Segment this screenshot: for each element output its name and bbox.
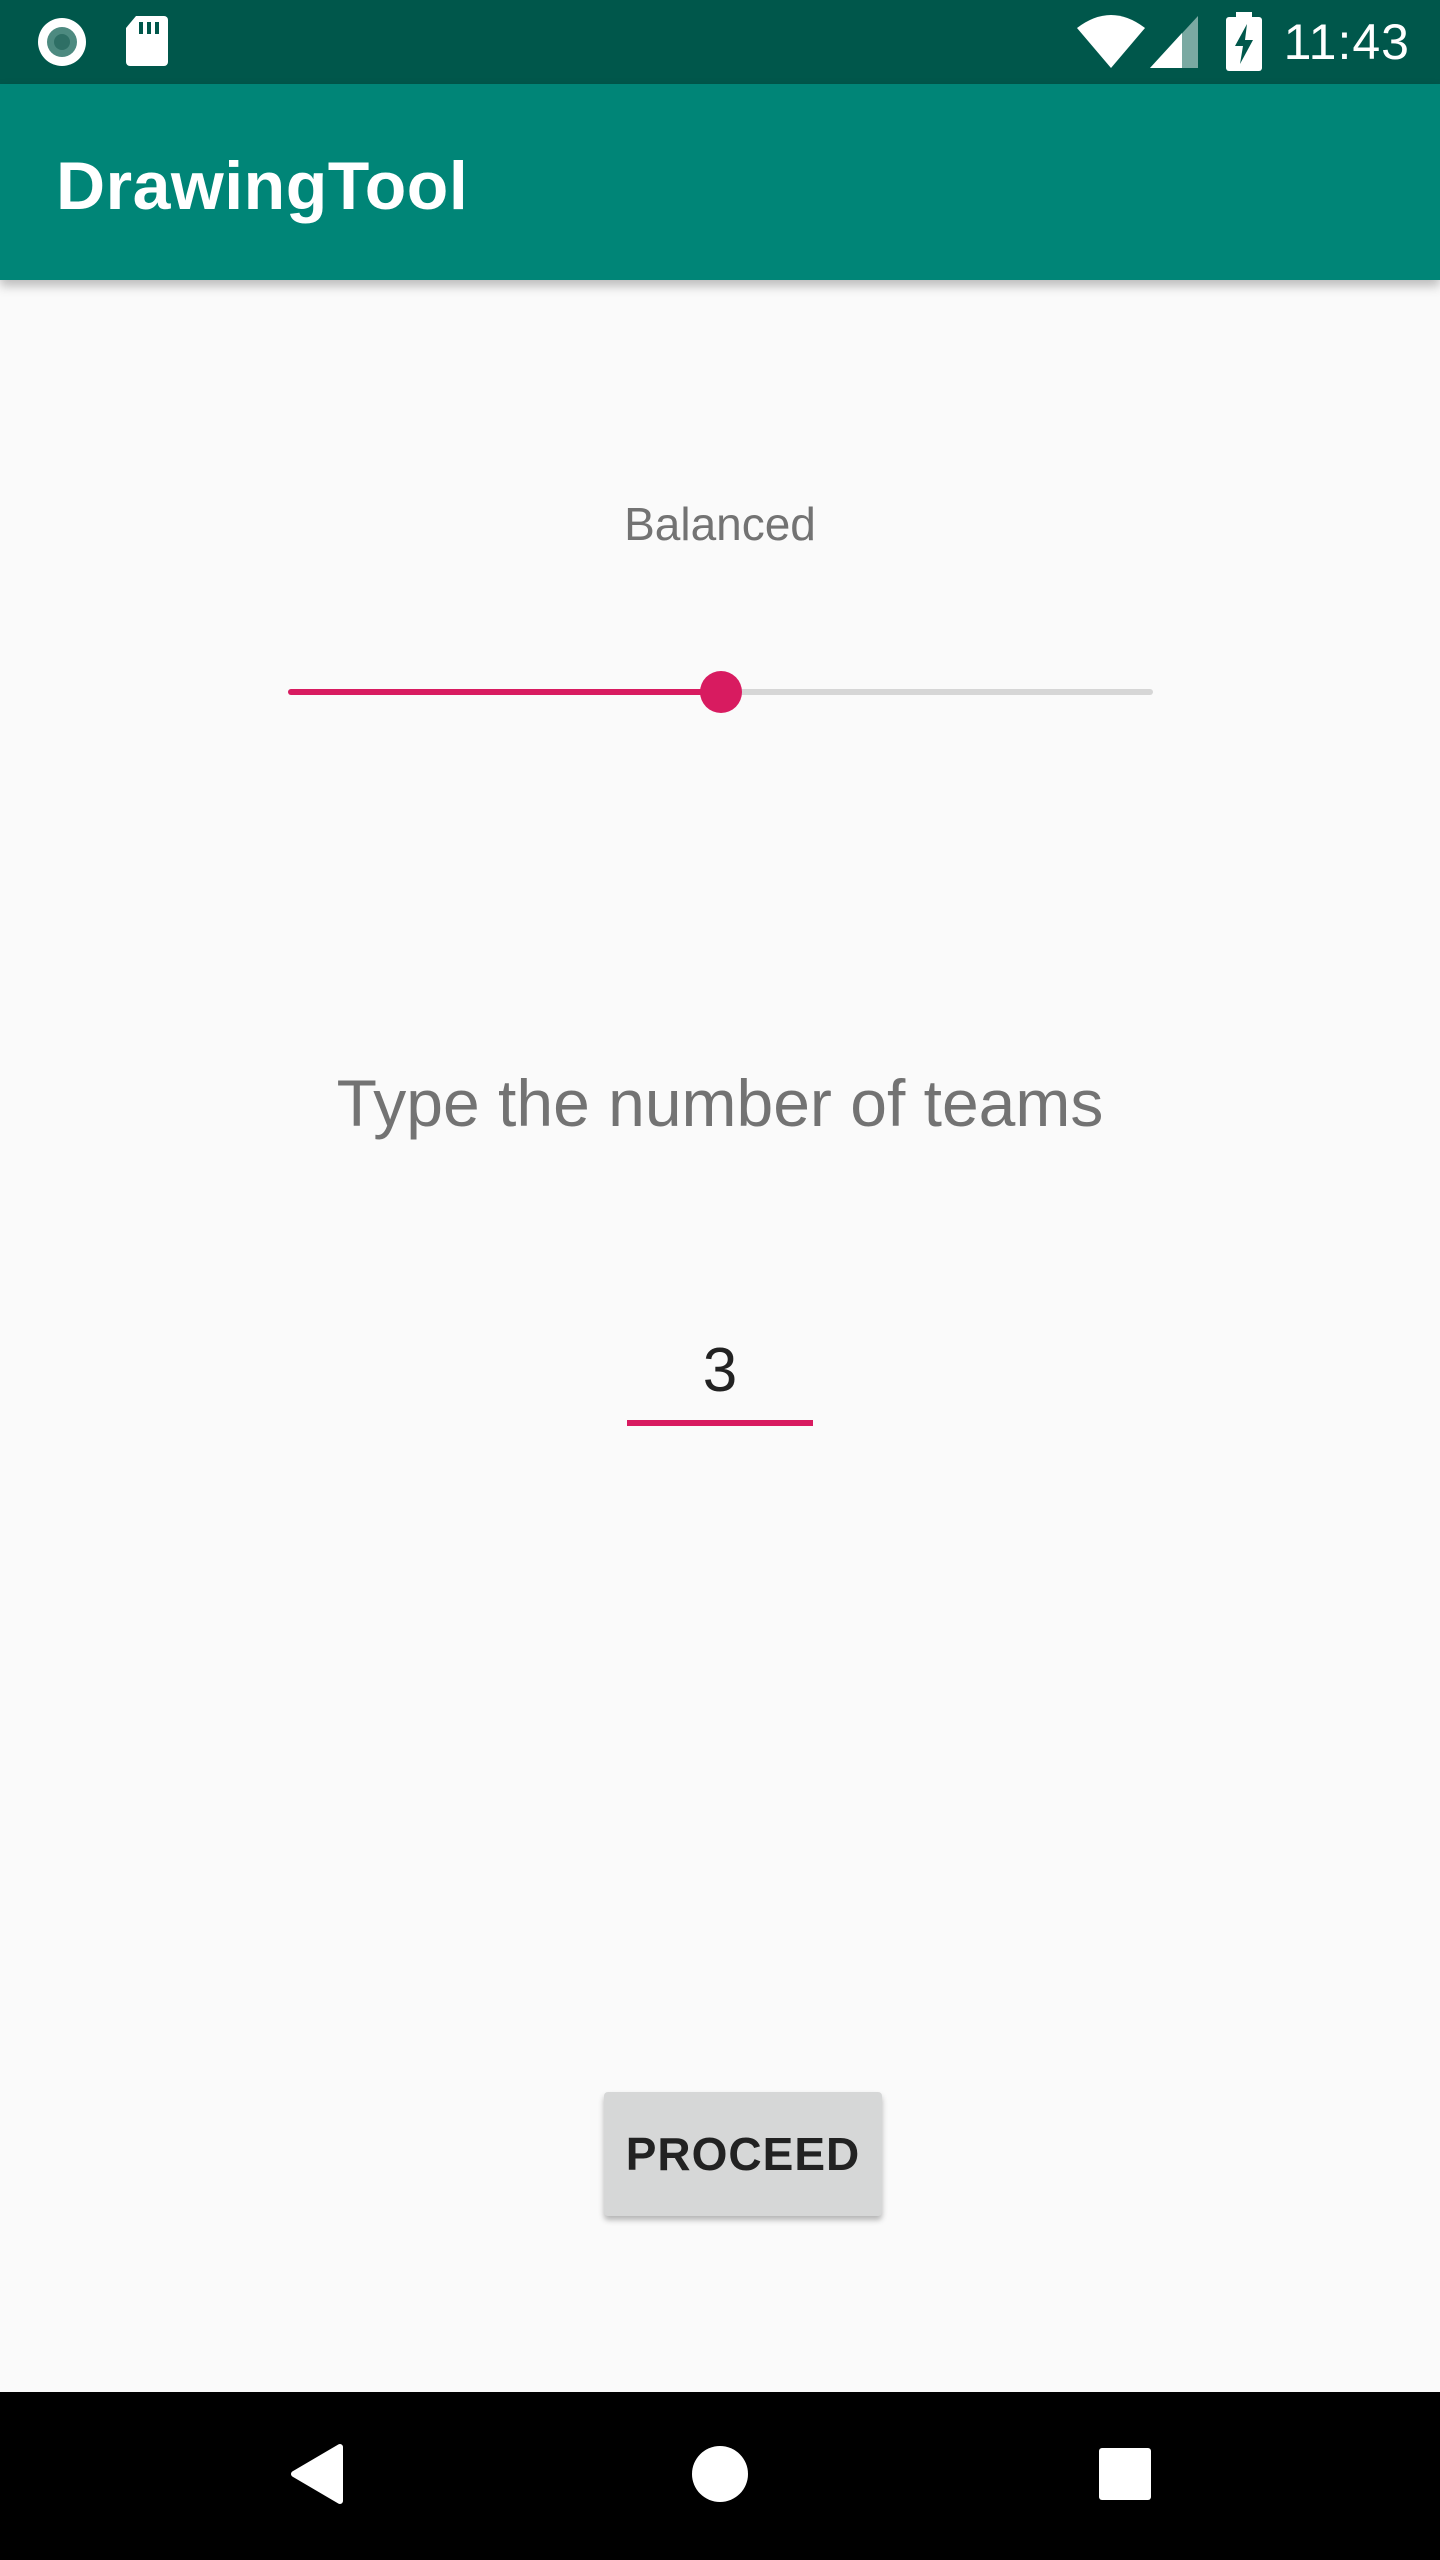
wifi-icon [1076,12,1146,75]
teams-prompt: Type the number of teams [336,1066,1104,1140]
proceed-button[interactable]: PROCEED [604,2092,882,2216]
slider-thumb[interactable] [699,671,742,713]
slider-mode-label: Balanced [624,498,816,550]
recents-icon [1098,2447,1152,2506]
notification-circle-icon [34,14,90,70]
status-bar: 11:43 [0,0,1440,84]
back-button[interactable] [266,2426,366,2526]
recents-button[interactable] [1075,2426,1175,2526]
home-button[interactable] [670,2426,770,2526]
navigation-bar [0,2392,1440,2560]
status-time: 11:43 [1283,14,1410,70]
sd-card-icon [124,14,180,70]
mode-slider[interactable] [288,660,1153,724]
teams-count-input[interactable] [627,1320,813,1426]
back-icon [288,2443,344,2510]
home-icon [691,2445,749,2508]
slider-fill [288,689,721,695]
battery-charging-icon [1224,12,1264,77]
app-title: DrawingTool [56,148,469,224]
cell-signal-icon [1148,12,1200,75]
app-bar: DrawingTool [0,84,1440,280]
